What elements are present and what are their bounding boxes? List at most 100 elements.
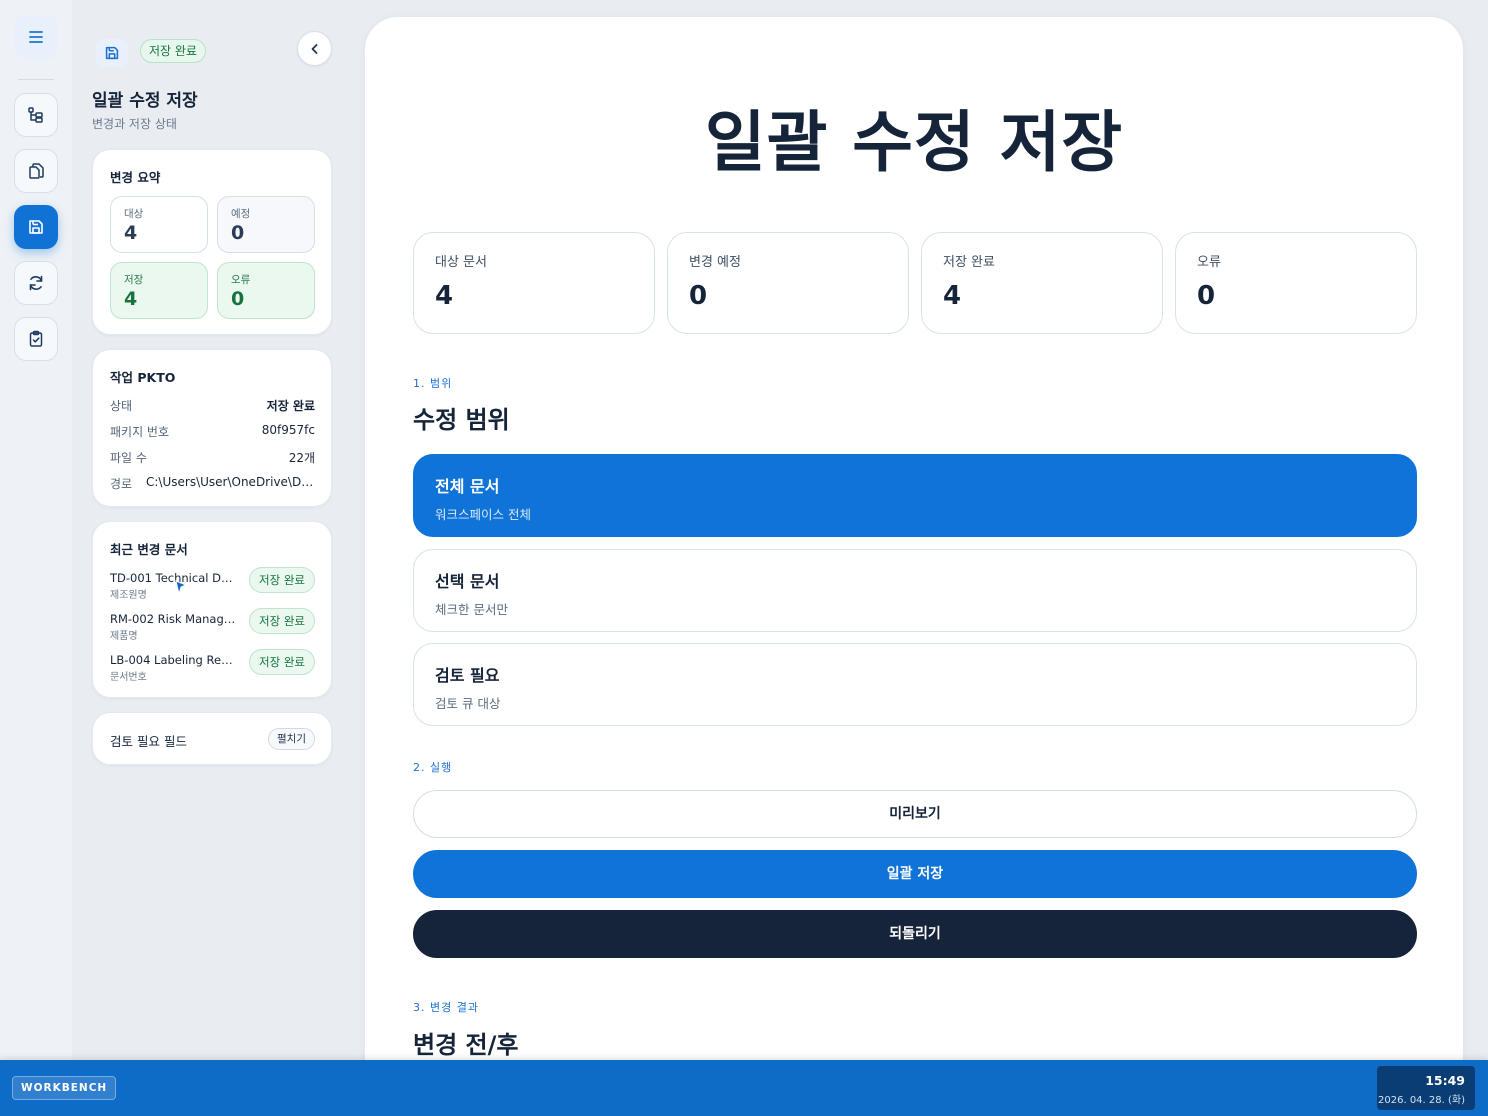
rail-item-review[interactable] — [14, 317, 58, 361]
job-row-status: 상태 저장 완료 — [110, 397, 315, 415]
section-tag: 2. 실행 — [413, 761, 453, 774]
scope-option-review[interactable]: 검토 필요 검토 큐 대상 — [413, 643, 1417, 726]
expand-button[interactable]: 펼치기 — [268, 728, 315, 750]
clock-time: 15:49 — [1425, 1073, 1465, 1088]
list-item[interactable]: RM-002 Risk Management 제품명 저장 완료 — [110, 608, 315, 646]
option-title: 선택 문서 — [435, 572, 500, 591]
menu-button[interactable] — [14, 15, 58, 59]
summary-target: 대상 4 — [110, 196, 208, 253]
job-card: 작업 PKTO 상태 저장 완료 패키지 번호 80f957fc 파일 수 22… — [92, 349, 332, 507]
job-row-path: 경로 C:\Users\User\OneDrive\Documents — [110, 475, 315, 493]
status-badge: 저장 완료 — [140, 39, 206, 63]
card-heading: 작업 PKTO — [110, 370, 176, 385]
doc-title: LB-004 Labeling Review — [110, 653, 238, 667]
section-tag: 3. 변경 결과 — [413, 1001, 479, 1014]
card-heading: 변경 요약 — [110, 170, 161, 185]
save-icon — [96, 39, 128, 67]
stat-card-error: 오류 0 — [1175, 232, 1417, 334]
summary-pending: 예정 0 — [217, 196, 315, 253]
main-panel: 일괄 수정 저장 대상 문서 4 변경 예정 0 저장 완료 4 오류 0 1.… — [364, 16, 1464, 1096]
summary-value: 0 — [231, 222, 245, 244]
row-key: 경로 — [110, 477, 133, 491]
section-tag: 1. 범위 — [413, 377, 453, 390]
refresh-icon — [29, 275, 43, 291]
summary-value: 4 — [124, 222, 138, 244]
doc-title: RM-002 Risk Management — [110, 612, 238, 626]
summary-label: 저장 — [124, 274, 144, 286]
stat-value: 0 — [689, 281, 708, 311]
option-title: 전체 문서 — [435, 477, 500, 496]
scope-option-selected[interactable]: 선택 문서 체크한 문서만 — [413, 549, 1417, 632]
row-value: 80f957fc — [261, 423, 315, 437]
rail-item-documents[interactable] — [14, 149, 58, 193]
option-desc: 검토 큐 대상 — [435, 696, 501, 711]
revert-button[interactable]: 되돌리기 — [413, 910, 1417, 958]
copy-icon — [29, 163, 44, 179]
list-item[interactable]: TD-001 Technical Documentation 제조원명 저장 완… — [110, 567, 315, 605]
preview-button[interactable]: 미리보기 — [413, 790, 1417, 838]
rail-item-tree[interactable] — [14, 93, 58, 137]
rail-item-bulk-save[interactable] — [14, 205, 58, 249]
section-heading: 변경 전/후 — [413, 1031, 519, 1059]
stat-card-pending: 변경 예정 0 — [667, 232, 909, 334]
system-clock[interactable]: 15:49 2026. 04. 28. (화) — [1377, 1066, 1475, 1110]
status-badge: 저장 완료 — [249, 608, 315, 634]
stat-card-saved: 저장 완료 4 — [921, 232, 1163, 334]
row-value: 22개 — [288, 451, 315, 465]
rail-item-sync[interactable] — [14, 261, 58, 305]
stat-value: 0 — [1197, 281, 1216, 311]
rail-divider — [18, 79, 54, 80]
collapse-sidebar-button[interactable] — [297, 31, 332, 66]
summary-value: 4 — [124, 288, 138, 310]
row-value: 저장 완료 — [266, 399, 315, 413]
doc-meta: 제품명 — [110, 631, 138, 642]
sidebar-header: 저장 완료 — [92, 31, 332, 68]
summary-label: 대상 — [124, 208, 144, 220]
summary-label: 예정 — [231, 208, 251, 220]
scope-option-all[interactable]: 전체 문서 워크스페이스 전체 — [413, 454, 1417, 537]
summary-error: 오류 0 — [217, 262, 315, 319]
summary-label: 오류 — [231, 274, 251, 286]
summary-value: 0 — [231, 288, 245, 310]
sidebar-title: 일괄 수정 저장 — [92, 91, 198, 111]
clock-date: 2026. 04. 28. (화) — [1378, 1095, 1465, 1106]
sidebar-subtitle: 변경과 저장 상태 — [92, 117, 177, 131]
card-heading: 최근 변경 문서 — [110, 542, 188, 557]
option-desc: 체크한 문서만 — [435, 602, 508, 617]
bulk-save-button[interactable]: 일괄 저장 — [413, 850, 1417, 898]
doc-meta: 제조원명 — [110, 590, 147, 601]
review-fields-card: 검토 필요 필드 펼치기 — [92, 712, 332, 765]
section-heading: 수정 범위 — [413, 406, 510, 434]
nav-rail — [0, 0, 72, 1060]
list-item[interactable]: LB-004 Labeling Review 문서번호 저장 완료 — [110, 649, 315, 687]
workbench-button[interactable]: WORKBENCH — [12, 1076, 117, 1100]
status-badge: 저장 완료 — [249, 567, 315, 593]
card-heading: 검토 필요 필드 — [110, 734, 187, 749]
save-icon — [29, 220, 43, 234]
row-key: 패키지 번호 — [110, 425, 170, 439]
stat-label: 오류 — [1197, 255, 1221, 270]
clipboard-check-icon — [29, 330, 43, 347]
row-key: 파일 수 — [110, 451, 147, 465]
option-title: 검토 필요 — [435, 666, 500, 685]
change-summary-card: 변경 요약 대상 4 예정 0 저장 4 오류 0 — [92, 149, 332, 335]
mouse-cursor-icon — [175, 580, 187, 595]
tree-icon — [28, 107, 43, 123]
chevron-left-icon — [311, 43, 317, 54]
summary-saved: 저장 4 — [110, 262, 208, 319]
taskbar: WORKBENCH 15:49 2026. 04. 28. (화) — [0, 1060, 1488, 1116]
stat-value: 4 — [435, 281, 454, 311]
stat-label: 저장 완료 — [943, 255, 995, 270]
stat-card-target: 대상 문서 4 — [413, 232, 655, 334]
stat-label: 변경 예정 — [689, 255, 741, 270]
page-title: 일괄 수정 저장 — [704, 104, 1124, 181]
menu-icon — [29, 31, 43, 43]
stat-value: 4 — [943, 281, 962, 311]
stat-label: 대상 문서 — [435, 255, 487, 270]
row-key: 상태 — [110, 399, 133, 413]
row-value: C:\Users\User\OneDrive\Documents — [146, 475, 315, 489]
job-row-package: 패키지 번호 80f957fc — [110, 423, 315, 441]
job-row-file-count: 파일 수 22개 — [110, 449, 315, 467]
status-badge: 저장 완료 — [249, 649, 315, 675]
doc-meta: 문서번호 — [110, 672, 147, 683]
